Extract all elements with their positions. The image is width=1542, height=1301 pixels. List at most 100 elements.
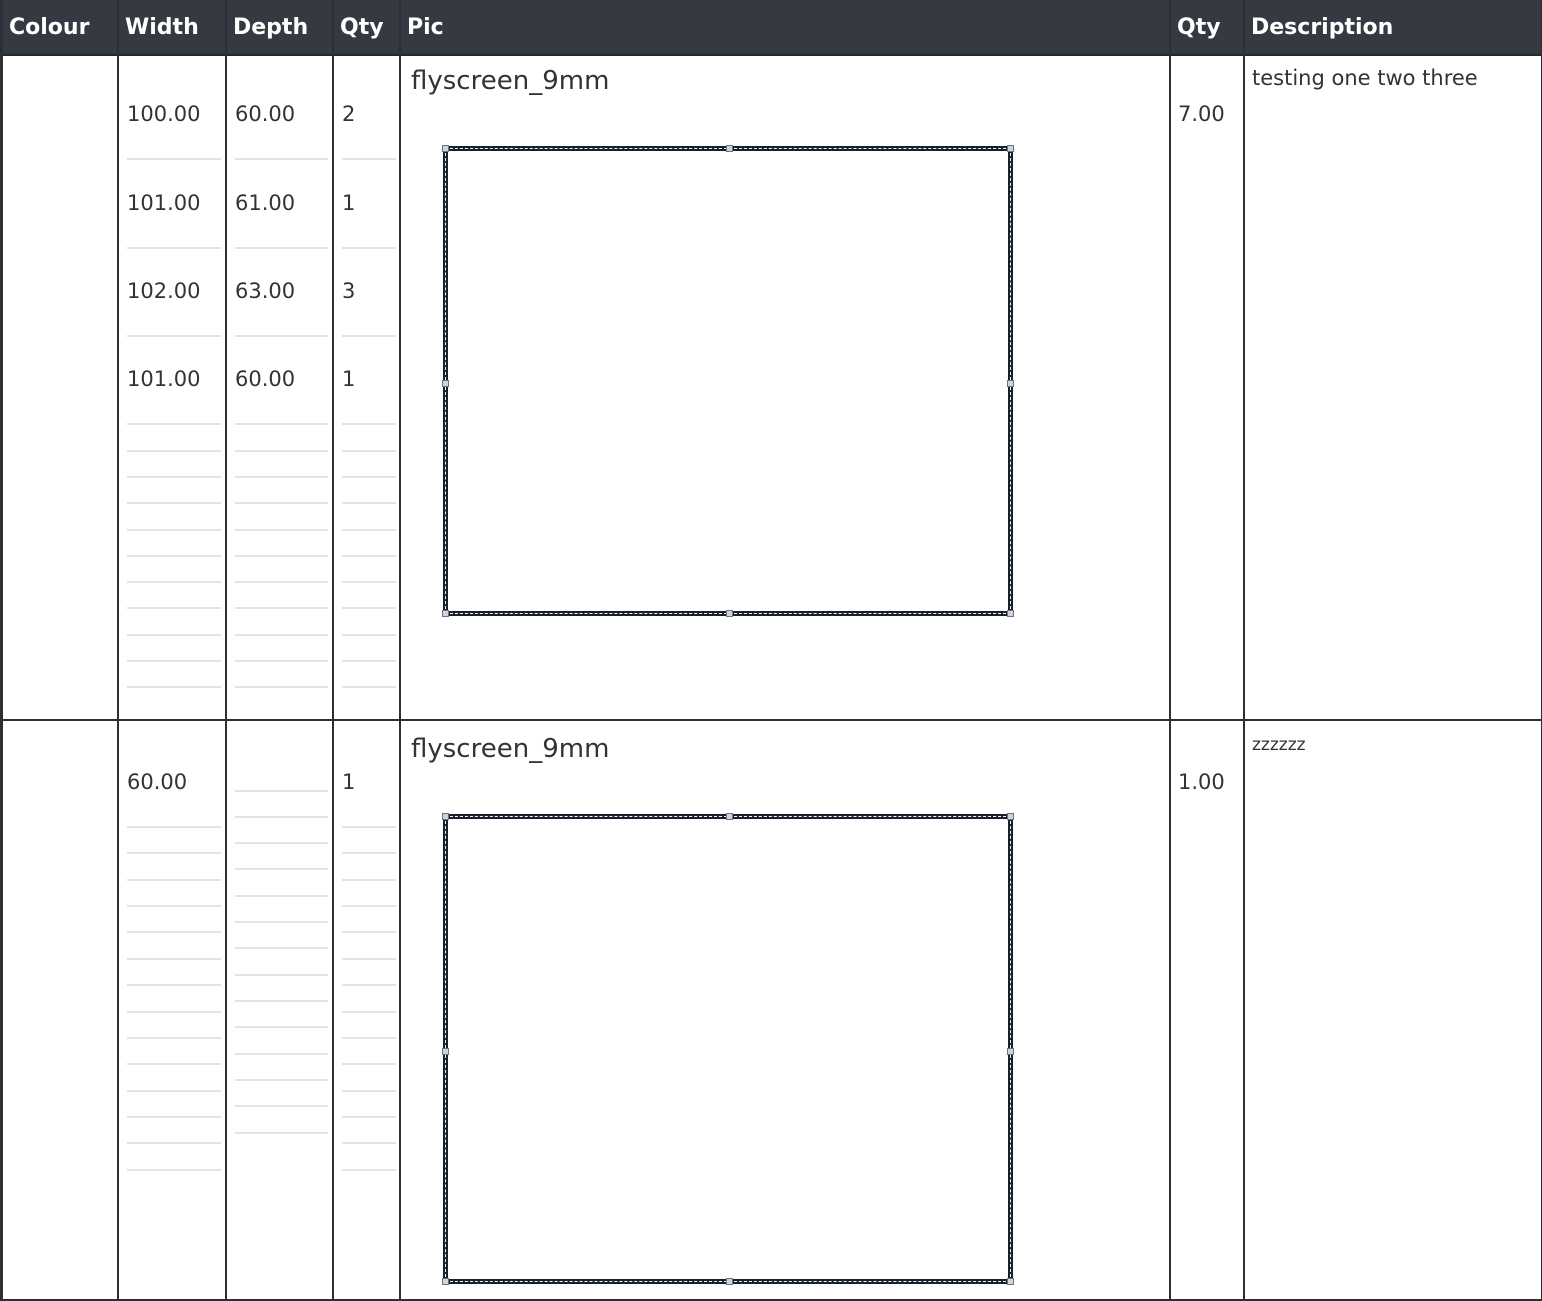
input-underline[interactable] (127, 931, 221, 933)
width-value[interactable]: 101.00 (127, 191, 200, 215)
input-underline[interactable] (235, 1053, 328, 1055)
input-underline[interactable] (235, 921, 328, 923)
input-underline[interactable] (127, 1116, 221, 1118)
input-underline[interactable] (342, 158, 396, 160)
qty-value[interactable]: 1 (342, 367, 355, 391)
input-underline[interactable] (342, 476, 396, 478)
input-underline[interactable] (235, 660, 328, 662)
input-underline[interactable] (342, 529, 396, 531)
input-underline[interactable] (235, 634, 328, 636)
input-underline[interactable] (342, 607, 396, 609)
resize-handle[interactable] (1007, 145, 1014, 152)
input-underline[interactable] (127, 879, 221, 881)
input-underline[interactable] (127, 581, 221, 583)
input-underline[interactable] (127, 634, 221, 636)
input-underline[interactable] (342, 1011, 396, 1013)
qty-value[interactable]: 1 (342, 770, 355, 794)
depth-value[interactable]: 63.00 (235, 279, 295, 303)
input-underline[interactable] (127, 476, 221, 478)
resize-handle[interactable] (1007, 1278, 1014, 1285)
input-underline[interactable] (342, 852, 396, 854)
input-underline[interactable] (127, 335, 221, 337)
input-underline[interactable] (342, 905, 396, 907)
input-underline[interactable] (342, 1116, 396, 1118)
resize-handle[interactable] (1007, 610, 1014, 617)
input-underline[interactable] (127, 555, 221, 557)
input-underline[interactable] (127, 529, 221, 531)
resize-handle[interactable] (442, 1048, 449, 1055)
input-underline[interactable] (235, 686, 328, 688)
input-underline[interactable] (127, 1169, 221, 1171)
input-underline[interactable] (235, 842, 328, 844)
input-underline[interactable] (127, 905, 221, 907)
input-underline[interactable] (235, 607, 328, 609)
depth-value[interactable]: 61.00 (235, 191, 295, 215)
description-text[interactable]: testing one two three (1252, 66, 1478, 90)
input-underline[interactable] (342, 984, 396, 986)
input-underline[interactable] (342, 1142, 396, 1144)
resize-handle[interactable] (1007, 1048, 1014, 1055)
qty-value[interactable]: 1 (342, 191, 355, 215)
resize-handle[interactable] (726, 145, 733, 152)
screen-frame-drawing[interactable] (442, 813, 1014, 1285)
input-underline[interactable] (342, 247, 396, 249)
input-underline[interactable] (235, 895, 328, 897)
input-underline[interactable] (342, 581, 396, 583)
input-underline[interactable] (127, 1063, 221, 1065)
input-underline[interactable] (235, 502, 328, 504)
input-underline[interactable] (127, 826, 221, 828)
input-underline[interactable] (127, 450, 221, 452)
input-underline[interactable] (342, 1090, 396, 1092)
input-underline[interactable] (127, 423, 221, 425)
width-value[interactable]: 60.00 (127, 770, 187, 794)
input-underline[interactable] (235, 335, 328, 337)
input-underline[interactable] (342, 1063, 396, 1065)
width-value[interactable]: 102.00 (127, 279, 200, 303)
screen-frame-drawing[interactable] (442, 145, 1014, 617)
qty-value[interactable]: 2 (342, 102, 355, 126)
input-underline[interactable] (342, 686, 396, 688)
input-underline[interactable] (342, 423, 396, 425)
input-underline[interactable] (127, 607, 221, 609)
input-underline[interactable] (235, 450, 328, 452)
input-underline[interactable] (342, 555, 396, 557)
input-underline[interactable] (235, 1079, 328, 1081)
input-underline[interactable] (235, 423, 328, 425)
input-underline[interactable] (235, 1105, 328, 1107)
resize-handle[interactable] (726, 1278, 733, 1285)
resize-handle[interactable] (1007, 380, 1014, 387)
resize-handle[interactable] (726, 813, 733, 820)
resize-handle[interactable] (442, 813, 449, 820)
input-underline[interactable] (127, 1037, 221, 1039)
input-underline[interactable] (342, 502, 396, 504)
input-underline[interactable] (127, 247, 221, 249)
input-underline[interactable] (342, 634, 396, 636)
width-value[interactable]: 100.00 (127, 102, 200, 126)
input-underline[interactable] (235, 790, 328, 792)
input-underline[interactable] (127, 1011, 221, 1013)
input-underline[interactable] (235, 158, 328, 160)
input-underline[interactable] (342, 958, 396, 960)
input-underline[interactable] (342, 1169, 396, 1171)
input-underline[interactable] (235, 974, 328, 976)
input-underline[interactable] (235, 1000, 328, 1002)
input-underline[interactable] (342, 879, 396, 881)
resize-handle[interactable] (442, 380, 449, 387)
input-underline[interactable] (342, 335, 396, 337)
input-underline[interactable] (235, 947, 328, 949)
qty-value[interactable]: 3 (342, 279, 355, 303)
resize-handle[interactable] (442, 145, 449, 152)
input-underline[interactable] (235, 247, 328, 249)
resize-handle[interactable] (1007, 813, 1014, 820)
input-underline[interactable] (127, 502, 221, 504)
input-underline[interactable] (127, 984, 221, 986)
input-underline[interactable] (127, 686, 221, 688)
input-underline[interactable] (342, 450, 396, 452)
input-underline[interactable] (235, 529, 328, 531)
input-underline[interactable] (342, 1037, 396, 1039)
input-underline[interactable] (127, 958, 221, 960)
description-text[interactable]: zzzzzz (1252, 735, 1306, 755)
input-underline[interactable] (235, 816, 328, 818)
width-value[interactable]: 101.00 (127, 367, 200, 391)
input-underline[interactable] (235, 555, 328, 557)
